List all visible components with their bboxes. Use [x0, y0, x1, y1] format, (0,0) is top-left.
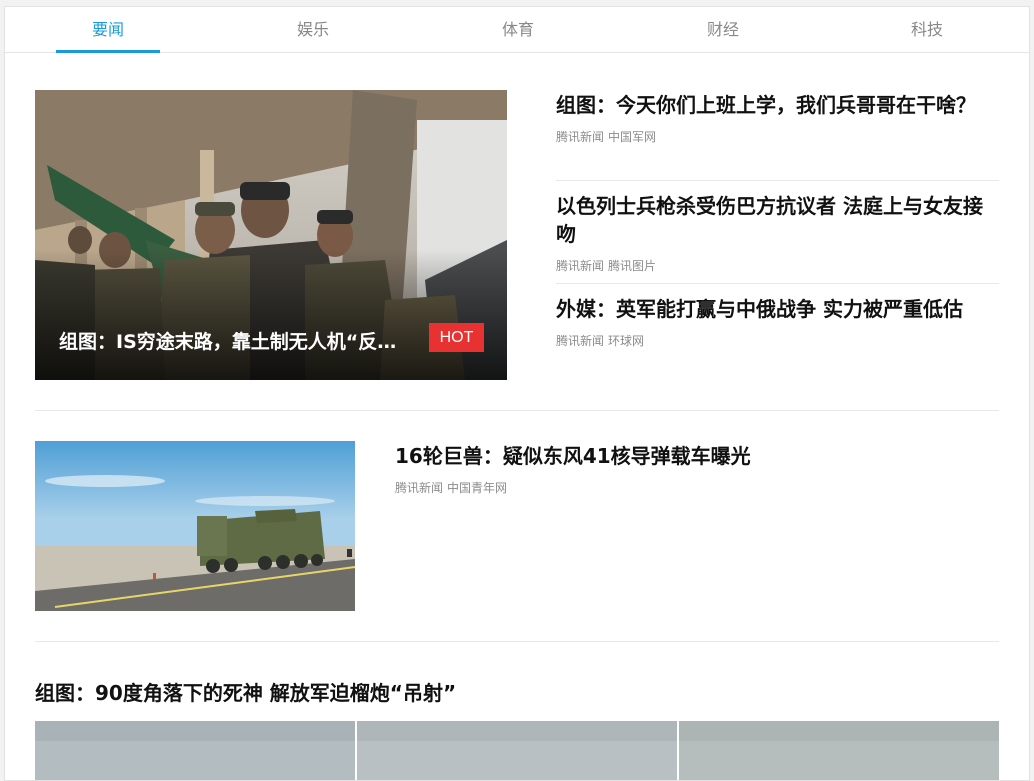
photo-missile-truck-icon: [35, 441, 355, 611]
tab-sports[interactable]: 体育: [466, 7, 570, 52]
section-divider: [35, 410, 999, 411]
tab-label: 科技: [910, 20, 943, 39]
tab-news[interactable]: 要闻: [56, 7, 160, 53]
gallery-image[interactable]: [679, 721, 999, 780]
article-source: 腾讯新闻: [395, 481, 444, 495]
article-title[interactable]: 以色列士兵枪杀受伤巴方抗议者 法庭上与女友接吻: [556, 192, 986, 248]
tab-label: 娱乐: [296, 20, 329, 39]
hero-image[interactable]: 组图：IS穷途末路，靠土制无人机“反… HOT: [35, 90, 507, 380]
news-page: 要闻 娱乐 体育 财经 科技 组图：IS穷途末路，靠土制无人机“反… HOT 组…: [4, 6, 1030, 781]
article-source: 腾讯新闻: [556, 334, 605, 348]
article-meta: 腾讯新闻 腾讯图片: [556, 258, 656, 274]
tab-label: 财经: [706, 20, 739, 39]
article-title[interactable]: 外媒：英军能打赢与中俄战争 实力被严重低估: [556, 295, 996, 323]
tab-finance[interactable]: 财经: [671, 7, 775, 52]
article-partner: 中国军网: [608, 130, 657, 144]
gallery-image[interactable]: [357, 721, 677, 780]
feature-image[interactable]: [35, 441, 355, 611]
photo-foggy-3-icon: [679, 721, 999, 780]
hot-badge: HOT: [429, 323, 484, 352]
article-meta: 腾讯新闻 环球网: [556, 333, 644, 349]
article-source: 腾讯新闻: [556, 259, 605, 273]
tab-active-indicator: [56, 50, 160, 53]
section-divider: [35, 641, 999, 642]
tab-label: 要闻: [91, 20, 124, 39]
gallery-title[interactable]: 组图：90度角落下的死神 解放军迫榴炮“吊射”: [35, 679, 935, 707]
article-title[interactable]: 组图：今天你们上班上学，我们兵哥哥在干啥？: [556, 91, 986, 119]
article-partner: 腾讯图片: [608, 259, 657, 273]
article-partner: 中国青年网: [447, 481, 508, 495]
article-source: 腾讯新闻: [556, 130, 605, 144]
tab-entertainment[interactable]: 娱乐: [261, 7, 365, 52]
tab-label: 体育: [501, 20, 534, 39]
tab-tech[interactable]: 科技: [875, 7, 979, 52]
article-meta: 腾讯新闻 中国军网: [556, 129, 656, 145]
feature-title[interactable]: 16轮巨兽：疑似东风41核导弹载车曝光: [395, 442, 995, 470]
divider: [556, 283, 999, 284]
photo-foggy-2-icon: [357, 721, 677, 780]
divider: [556, 180, 999, 181]
photo-foggy-1-icon: [35, 721, 355, 780]
article-partner: 环球网: [608, 334, 645, 348]
gallery-image[interactable]: [35, 721, 355, 780]
feature-meta: 腾讯新闻 中国青年网: [395, 480, 507, 496]
hero-caption[interactable]: 组图：IS穷途末路，靠土制无人机“反…: [59, 327, 421, 354]
category-tabs: 要闻 娱乐 体育 财经 科技: [5, 7, 1029, 53]
